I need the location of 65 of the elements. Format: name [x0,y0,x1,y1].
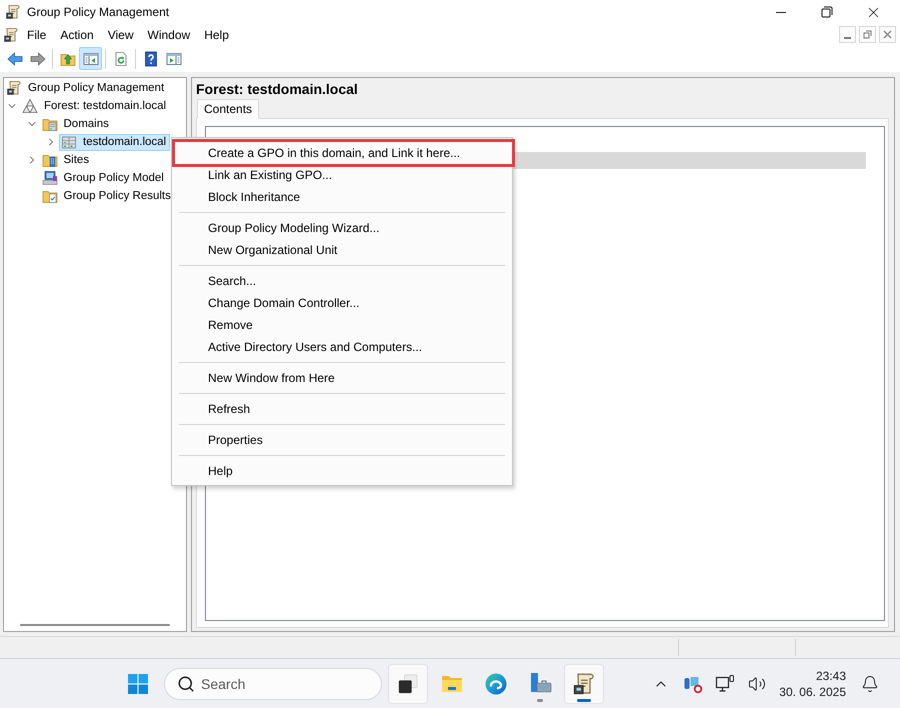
menu-entry[interactable]: View [100,25,140,44]
clock-time: 23:43 [816,668,846,684]
details-title: Forest: testdomain.local [195,80,359,99]
clock-date: 30. 06. 2025 [779,684,846,700]
menu-item[interactable]: Search... [172,270,512,292]
volume-icon [748,674,766,692]
close-icon [883,30,892,39]
menu-item[interactable]: Help [172,460,512,482]
tree-item[interactable]: Forest: testdomain.local [20,98,170,114]
search-field[interactable]: Search [164,668,382,700]
console-tree-button[interactable] [79,47,102,70]
windows-logo-icon [128,674,148,694]
folder-document-icon [42,188,58,204]
menu-item[interactable]: Refresh [172,398,512,420]
forward-arrow-icon [30,50,46,66]
task-view-icon [397,672,419,694]
tree-item[interactable]: testdomain.local [59,134,170,150]
pyramid-icon [22,98,38,114]
server-briefcase-icon [528,672,552,696]
taskbar-app-button[interactable] [388,664,428,704]
restore-icon [863,30,872,39]
back-arrow-icon [6,50,22,66]
pane-window-icon [166,50,182,66]
tree-item[interactable]: Group Policy Management [4,80,168,96]
window-title: Group Policy Management [27,5,170,19]
menu-item[interactable]: New Organizational Unit [172,239,512,261]
browser-icon [484,672,508,696]
computer-icon [42,170,58,186]
menu-item[interactable]: Active Directory Users and Computers... [172,336,512,358]
menu-item[interactable]: Change Domain Controller... [172,292,512,314]
monitor-icon [715,674,736,694]
bell-icon [861,674,879,692]
scroll-icon [5,4,21,20]
minimize-icon [844,37,851,39]
tab[interactable]: Contents [197,99,260,119]
scroll-icon [6,80,22,96]
tree-item[interactable]: Sites [40,152,94,168]
menu-item[interactable]: New Window from Here [172,367,512,389]
restore-icon [821,6,833,18]
help-icon [142,50,158,66]
close-button[interactable] [879,26,896,43]
tree-item[interactable]: Group Policy Results [40,188,175,204]
refresh-icon [112,50,128,66]
minimize-button[interactable] [839,26,856,43]
folder-building-icon [42,152,58,168]
scroll-icon [3,26,19,42]
menu-item[interactable]: Properties [172,429,512,451]
menu-item[interactable]: Remove [172,314,512,336]
scroll-icon [572,672,596,696]
tree-item[interactable]: Group Policy Model [40,170,168,186]
menu-entry[interactable]: File [20,25,54,44]
menu-item[interactable]: Create a GPO in this domain, and Link it here... [172,139,515,167]
menu-entry[interactable]: Window [140,25,198,44]
server-icon [61,134,77,150]
menu-item[interactable]: Block Inheritance [172,186,512,208]
scrollbar-thumb[interactable] [20,624,170,626]
tree-item[interactable]: Domains [40,116,113,132]
menu-entry[interactable]: Action [53,25,101,44]
menu-item[interactable]: Group Policy Modeling Wizard... [172,217,512,239]
menu-item[interactable]: Link an Existing GPO... [172,164,512,186]
taskbar-app-button[interactable] [564,664,604,704]
search-icon [177,674,195,692]
pane-window-icon [82,50,98,66]
menu-entry[interactable]: Help [197,25,236,44]
folder-server-icon [42,116,58,132]
